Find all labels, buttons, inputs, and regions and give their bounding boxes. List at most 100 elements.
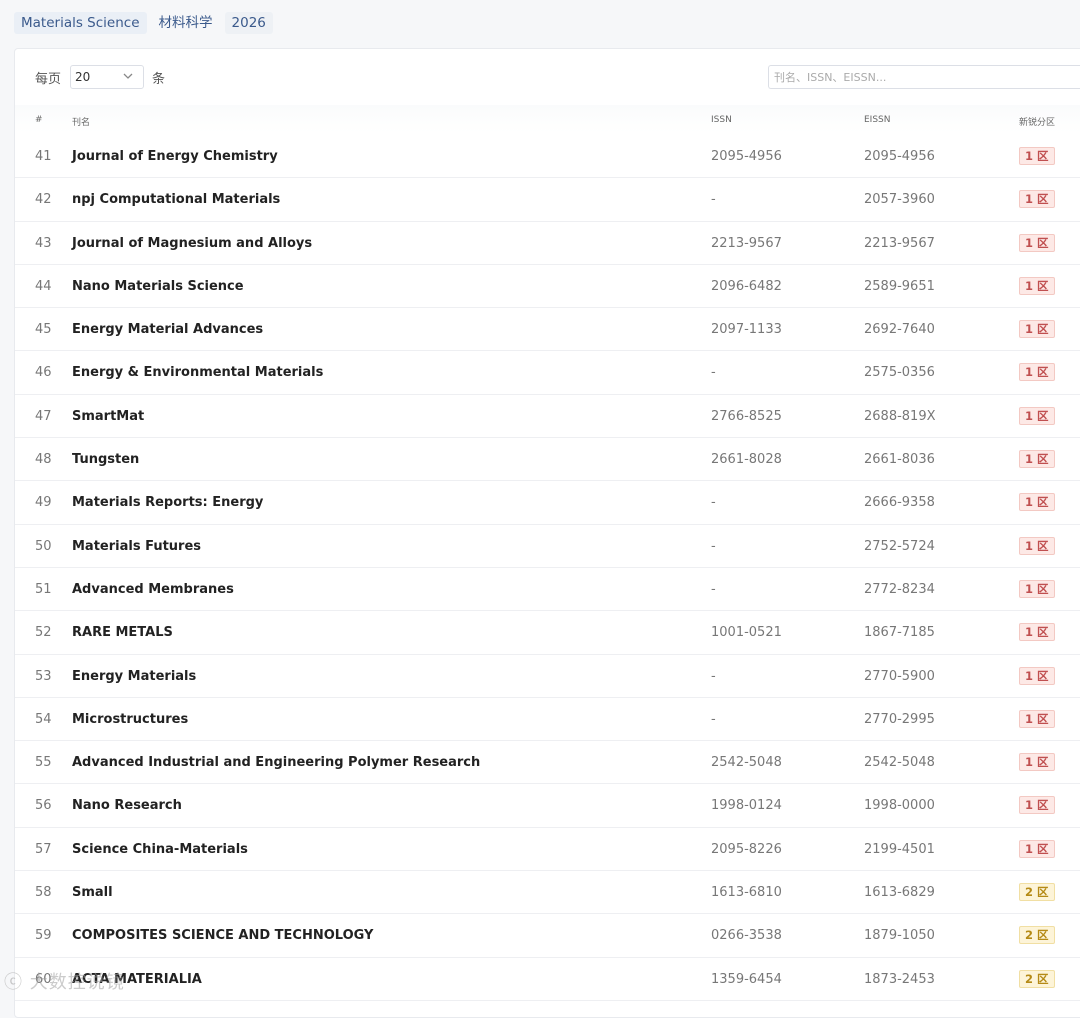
- cell-zone: 1 区: [1019, 709, 1055, 728]
- table-row[interactable]: 48 Tungsten 2661-8028 2661-8036 1 区: [15, 438, 1080, 482]
- cell-issn: -: [711, 581, 716, 597]
- cell-issn: -: [711, 495, 716, 511]
- table-row[interactable]: 51 Advanced Membranes - 2772-8234 1 区: [15, 568, 1080, 612]
- cell-zone: 1 区: [1019, 320, 1055, 339]
- tag-field-cn[interactable]: 材料科学: [155, 12, 217, 34]
- col-header-index: #: [35, 115, 43, 125]
- cell-index: 43: [35, 235, 52, 251]
- table-row[interactable]: 41 Journal of Energy Chemistry 2095-4956 20…: [15, 135, 1080, 179]
- journal-table-panel: 每页 20 条 # 刊名 ISSN EISSN 新锐分区 41 Journal o…: [14, 48, 1080, 1018]
- table-row[interactable]: 52 RARE METALS 1001-0521 1867-7185 1 区: [15, 611, 1080, 655]
- cell-zone: 1 区: [1019, 450, 1055, 469]
- cell-zone: 1 区: [1019, 796, 1055, 815]
- cell-index: 56: [35, 798, 52, 814]
- table-row[interactable]: 42 npj Computational Materials - 2057-3960 1…: [15, 178, 1080, 222]
- table-row[interactable]: 58 Small 1613-6810 1613-6829 2 区: [15, 871, 1080, 915]
- cell-index: 53: [35, 668, 52, 684]
- cell-zone: 1 区: [1019, 623, 1055, 642]
- table-row[interactable]: 49 Materials Reports: Energy - 2666-9358 1 区: [15, 481, 1080, 525]
- cell-index: 52: [35, 625, 52, 641]
- zone-badge: 2 区: [1019, 969, 1055, 988]
- cell-eissn: 2575-0356: [864, 365, 935, 381]
- table-row[interactable]: 50 Materials Futures - 2752-5724 1 区: [15, 525, 1080, 568]
- col-header-issn[interactable]: ISSN: [711, 115, 732, 125]
- tag-year[interactable]: 2026: [224, 12, 273, 34]
- cell-journal-name[interactable]: Journal of Energy Chemistry: [72, 149, 278, 164]
- cell-zone: 2 区: [1019, 969, 1055, 988]
- cell-issn: -: [711, 365, 716, 381]
- cell-journal-name[interactable]: COMPOSITES SCIENCE AND TECHNOLOGY: [72, 928, 373, 943]
- table-toolbar: 每页 20 条: [15, 49, 1080, 105]
- cell-journal-name[interactable]: Materials Reports: Energy: [72, 495, 263, 510]
- cell-journal-name[interactable]: Energy Materials: [72, 669, 196, 684]
- table-row[interactable]: 55 Advanced Industrial and Engineering Po…: [15, 741, 1080, 785]
- table-row[interactable]: 47 SmartMat 2766-8525 2688-819X 1 区: [15, 395, 1080, 439]
- zone-badge: 1 区: [1019, 233, 1055, 252]
- cell-journal-name[interactable]: Energy Material Advances: [72, 322, 263, 337]
- cell-journal-name[interactable]: Microstructures: [72, 712, 188, 727]
- cell-journal-name[interactable]: npj Computational Materials: [72, 192, 280, 207]
- cell-journal-name[interactable]: Materials Futures: [72, 539, 201, 554]
- cell-issn: -: [711, 192, 716, 208]
- table-body: 41 Journal of Energy Chemistry 2095-4956 20…: [15, 135, 1080, 1001]
- cell-journal-name[interactable]: RARE METALS: [72, 625, 173, 640]
- cell-issn: 1359-6454: [711, 971, 782, 987]
- cell-journal-name[interactable]: Advanced Membranes: [72, 582, 234, 597]
- cell-zone: 1 区: [1019, 406, 1055, 425]
- cell-issn: 2766-8525: [711, 408, 782, 424]
- cell-zone: 1 区: [1019, 753, 1055, 772]
- cell-issn: 2095-4956: [711, 149, 782, 164]
- table-row[interactable]: 56 Nano Research 1998-0124 1998-0000 1 区: [15, 784, 1080, 828]
- cell-issn: 2096-6482: [711, 278, 782, 294]
- zone-badge: 1 区: [1019, 536, 1055, 555]
- cell-issn: 2213-9567: [711, 235, 782, 251]
- cell-journal-name[interactable]: Energy & Environmental Materials: [72, 365, 323, 380]
- col-header-name[interactable]: 刊名: [72, 115, 90, 128]
- table-row[interactable]: 45 Energy Material Advances 2097-1133 2692-…: [15, 308, 1080, 352]
- cell-index: 46: [35, 365, 52, 381]
- cell-eissn: 2095-4956: [864, 149, 935, 164]
- table-row[interactable]: 46 Energy & Environmental Materials - 2575-…: [15, 351, 1080, 395]
- table-header: # 刊名 ISSN EISSN 新锐分区: [15, 105, 1080, 133]
- zone-badge: 1 区: [1019, 147, 1055, 165]
- col-header-eissn[interactable]: EISSN: [864, 115, 891, 125]
- cell-index: 49: [35, 495, 52, 511]
- cell-index: 59: [35, 928, 52, 944]
- table-row[interactable]: 60 ACTA MATERIALIA 1359-6454 1873-2453 2 区: [15, 958, 1080, 1001]
- chevron-down-icon: [123, 73, 133, 79]
- search-input[interactable]: [768, 65, 1080, 89]
- table-row[interactable]: 43 Journal of Magnesium and Alloys 2213-95…: [15, 222, 1080, 265]
- table-row[interactable]: 54 Microstructures - 2770-2995 1 区: [15, 698, 1080, 742]
- table-row[interactable]: 59 COMPOSITES SCIENCE AND TECHNOLOGY 0266-…: [15, 914, 1080, 958]
- per-page-unit: 条: [152, 72, 166, 87]
- table-row[interactable]: 44 Nano Materials Science 2096-6482 2589-96…: [15, 265, 1080, 309]
- cell-eissn: 2772-8234: [864, 581, 935, 597]
- zone-badge: 1 区: [1019, 190, 1055, 209]
- zone-badge: 2 区: [1019, 926, 1055, 945]
- cell-eissn: 1873-2453: [864, 971, 935, 987]
- col-header-zone[interactable]: 新锐分区: [1019, 115, 1055, 128]
- per-page-value: 20: [75, 70, 91, 84]
- cell-journal-name[interactable]: Nano Research: [72, 798, 182, 813]
- cell-issn: 2542-5048: [711, 755, 782, 771]
- per-page-select[interactable]: 20: [70, 65, 144, 89]
- cell-journal-name[interactable]: Nano Materials Science: [72, 279, 244, 294]
- cell-issn: 2095-8226: [711, 841, 782, 857]
- cell-journal-name[interactable]: Tungsten: [72, 452, 139, 467]
- table-row[interactable]: 53 Energy Materials - 2770-5900 1 区: [15, 655, 1080, 698]
- cell-eissn: 2752-5724: [864, 538, 935, 554]
- cell-journal-name[interactable]: SmartMat: [72, 409, 144, 424]
- zone-badge: 1 区: [1019, 276, 1055, 295]
- cell-eissn: 2213-9567: [864, 235, 935, 251]
- cell-journal-name[interactable]: Science China-Materials: [72, 842, 248, 857]
- cell-journal-name[interactable]: Journal of Magnesium and Alloys: [72, 236, 312, 251]
- tag-field-en[interactable]: Materials Science: [14, 12, 147, 34]
- watermark: ⓒ 大数控说镜: [4, 972, 125, 993]
- zone-badge: 1 区: [1019, 579, 1055, 598]
- cell-index: 42: [35, 192, 52, 208]
- cell-zone: 1 区: [1019, 233, 1055, 252]
- zone-badge: 1 区: [1019, 753, 1055, 772]
- cell-journal-name[interactable]: Advanced Industrial and Engineering Poly…: [72, 755, 480, 770]
- table-row[interactable]: 57 Science China-Materials 2095-8226 2199-4…: [15, 828, 1080, 872]
- cell-journal-name[interactable]: Small: [72, 885, 113, 900]
